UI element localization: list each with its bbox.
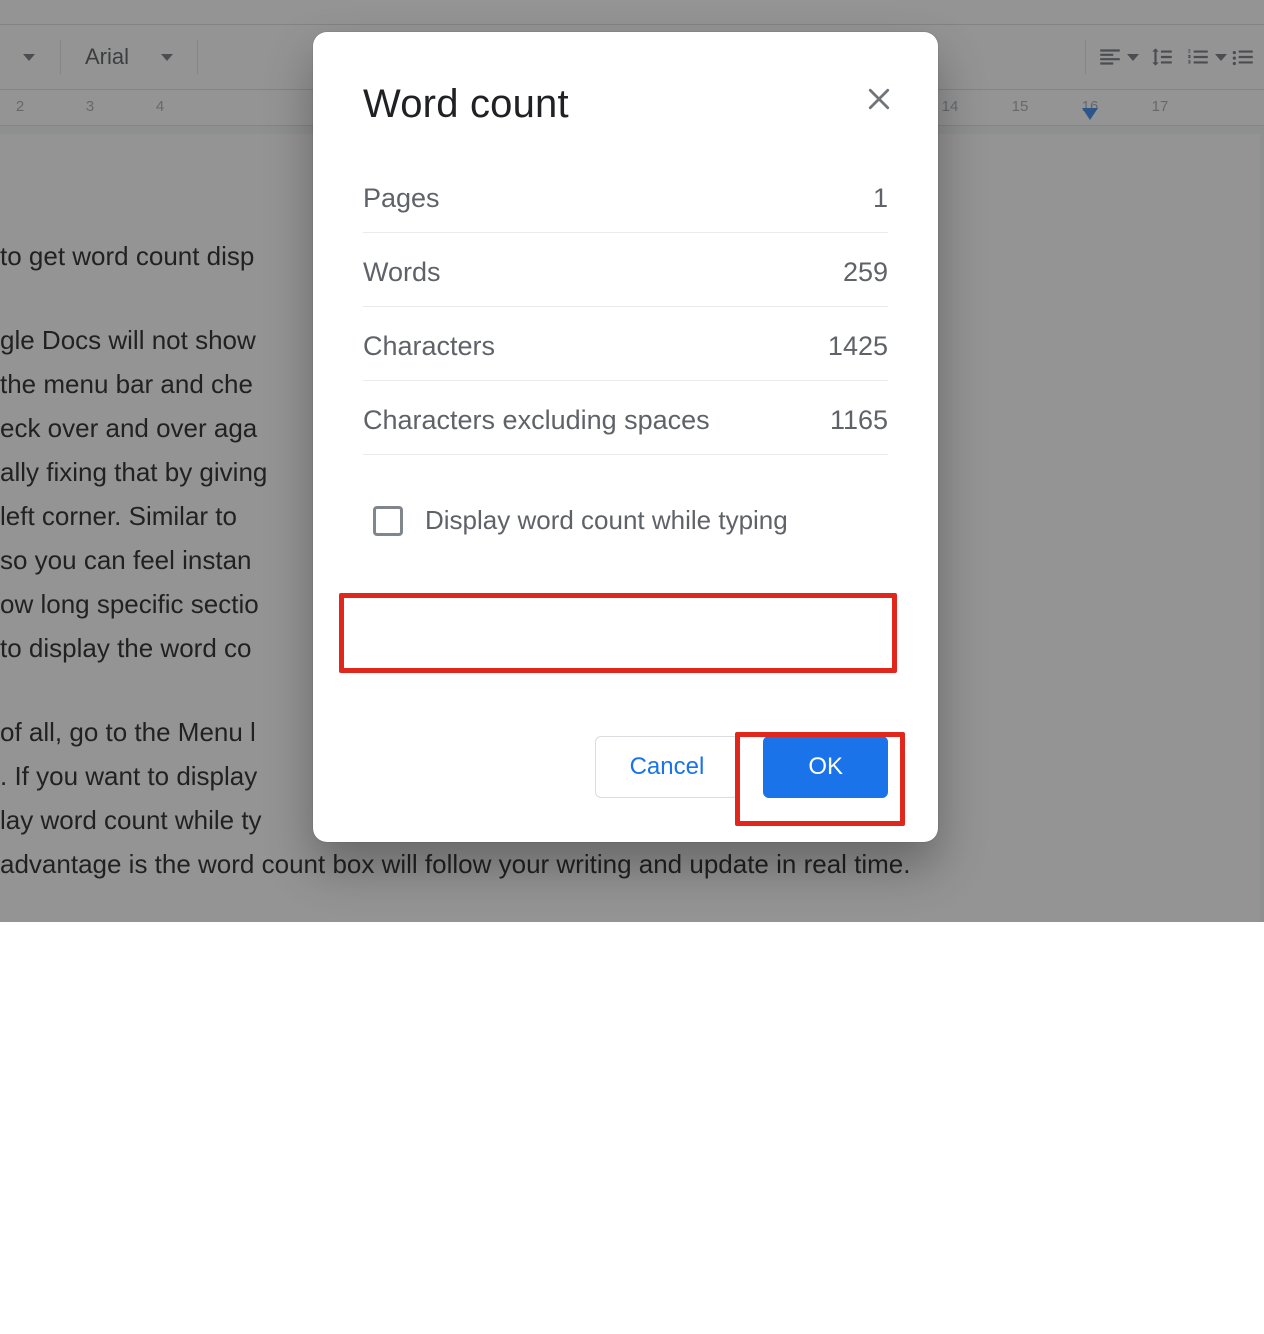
stat-value: 1 bbox=[873, 183, 888, 214]
stat-label: Characters bbox=[363, 331, 495, 362]
checkbox-unchecked[interactable] bbox=[373, 506, 403, 536]
stat-row-words: Words 259 bbox=[363, 233, 888, 307]
checkbox-label: Display word count while typing bbox=[425, 505, 788, 536]
dialog-actions: Cancel OK bbox=[595, 736, 888, 798]
stat-row-characters-no-spaces: Characters excluding spaces 1165 bbox=[363, 381, 888, 455]
stat-row-pages: Pages 1 bbox=[363, 179, 888, 233]
stat-value: 1425 bbox=[828, 331, 888, 362]
word-count-stats: Pages 1 Words 259 Characters 1425 Charac… bbox=[363, 179, 888, 455]
stat-label: Characters excluding spaces bbox=[363, 405, 710, 436]
display-while-typing-option[interactable]: Display word count while typing bbox=[363, 491, 888, 550]
word-count-dialog: Word count Pages 1 Words 259 Characters … bbox=[313, 32, 938, 842]
stat-label: Words bbox=[363, 257, 441, 288]
close-button[interactable] bbox=[864, 84, 894, 114]
stat-label: Pages bbox=[363, 183, 440, 214]
stat-row-characters: Characters 1425 bbox=[363, 307, 888, 381]
dialog-title: Word count bbox=[363, 82, 888, 127]
ok-button[interactable]: OK bbox=[763, 736, 888, 798]
close-icon bbox=[864, 84, 894, 114]
stat-value: 1165 bbox=[830, 405, 888, 436]
stat-value: 259 bbox=[843, 257, 888, 288]
cancel-button[interactable]: Cancel bbox=[595, 736, 740, 798]
